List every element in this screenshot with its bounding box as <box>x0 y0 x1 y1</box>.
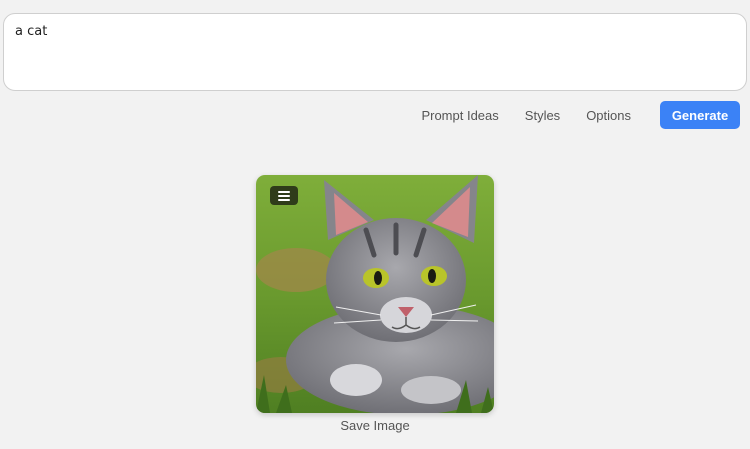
generate-button[interactable]: Generate <box>660 101 740 129</box>
toolbar: Prompt Ideas Styles Options Generate <box>421 101 740 129</box>
prompt-input[interactable]: a cat <box>3 13 747 91</box>
image-menu-button[interactable] <box>270 186 298 205</box>
save-image-button[interactable]: Save Image <box>256 418 494 433</box>
options-button[interactable]: Options <box>586 108 631 123</box>
hamburger-menu-icon <box>278 190 290 201</box>
cat-image <box>256 175 494 413</box>
styles-button[interactable]: Styles <box>525 108 560 123</box>
prompt-text[interactable]: a cat <box>15 24 47 39</box>
prompt-ideas-button[interactable]: Prompt Ideas <box>421 108 498 123</box>
generated-image[interactable] <box>256 175 494 413</box>
